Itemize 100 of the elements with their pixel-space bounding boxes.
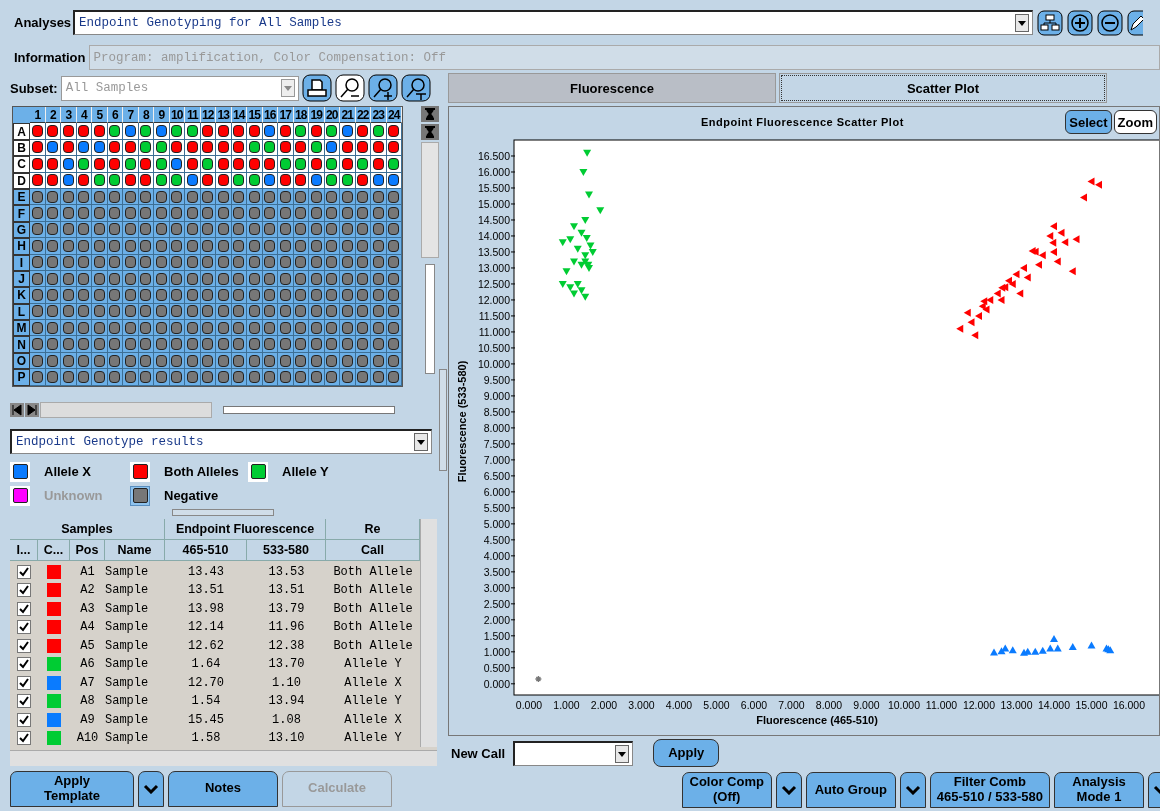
- well[interactable]: [62, 190, 74, 203]
- legend-swatch[interactable]: [130, 461, 150, 482]
- well[interactable]: [388, 207, 400, 220]
- well[interactable]: [155, 141, 167, 154]
- well[interactable]: [140, 223, 152, 236]
- column-header[interactable]: 19: [309, 107, 325, 124]
- splitter-handle[interactable]: [172, 508, 274, 516]
- well[interactable]: [357, 223, 369, 236]
- well[interactable]: [202, 190, 214, 203]
- well[interactable]: [310, 305, 322, 318]
- well[interactable]: [155, 272, 167, 285]
- well[interactable]: [372, 125, 384, 138]
- well[interactable]: [279, 141, 291, 154]
- well[interactable]: [248, 338, 260, 351]
- well[interactable]: [357, 239, 369, 252]
- well[interactable]: [124, 174, 136, 187]
- tab[interactable]: Fluorescence: [448, 73, 776, 103]
- column-header[interactable]: 11: [185, 107, 201, 124]
- well[interactable]: [124, 141, 136, 154]
- well[interactable]: [217, 272, 229, 285]
- well[interactable]: [233, 125, 245, 138]
- well[interactable]: [357, 190, 369, 203]
- well[interactable]: [248, 272, 260, 285]
- well[interactable]: [202, 157, 214, 170]
- well[interactable]: [279, 338, 291, 351]
- well[interactable]: [109, 354, 121, 367]
- well[interactable]: [155, 174, 167, 187]
- well[interactable]: [140, 289, 152, 301]
- well[interactable]: [109, 338, 121, 351]
- well[interactable]: [326, 239, 338, 252]
- well[interactable]: [31, 338, 43, 351]
- well[interactable]: [155, 289, 167, 301]
- well[interactable]: [78, 354, 90, 367]
- column-header[interactable]: 7: [123, 107, 139, 124]
- well[interactable]: [357, 272, 369, 285]
- well[interactable]: [124, 239, 136, 252]
- well[interactable]: [93, 190, 105, 203]
- well[interactable]: [78, 321, 90, 334]
- well[interactable]: [326, 370, 338, 383]
- well[interactable]: [186, 305, 198, 318]
- well[interactable]: [279, 321, 291, 334]
- well[interactable]: [295, 256, 307, 269]
- well[interactable]: [109, 125, 121, 138]
- well[interactable]: [62, 223, 74, 236]
- well[interactable]: [171, 157, 183, 170]
- scroll-top-icon[interactable]: [421, 106, 439, 122]
- scroll-first-icon[interactable]: [10, 402, 24, 417]
- slider-track[interactable]: [425, 264, 435, 374]
- well[interactable]: [171, 321, 183, 334]
- well[interactable]: [124, 321, 136, 334]
- well[interactable]: [171, 174, 183, 187]
- well[interactable]: [186, 190, 198, 203]
- well[interactable]: [248, 141, 260, 154]
- well[interactable]: [186, 354, 198, 367]
- well[interactable]: [171, 354, 183, 367]
- well[interactable]: [78, 256, 90, 269]
- include-checkbox[interactable]: [17, 564, 31, 579]
- well[interactable]: [233, 272, 245, 285]
- well[interactable]: [202, 239, 214, 252]
- well[interactable]: [248, 256, 260, 269]
- well[interactable]: [186, 239, 198, 252]
- well[interactable]: [326, 125, 338, 138]
- horizontal-scrollbar[interactable]: [10, 749, 437, 766]
- well[interactable]: [372, 157, 384, 170]
- well[interactable]: [248, 174, 260, 187]
- well[interactable]: [186, 125, 198, 138]
- well[interactable]: [140, 321, 152, 334]
- well[interactable]: [264, 190, 276, 203]
- well[interactable]: [31, 354, 43, 367]
- well[interactable]: [233, 305, 245, 318]
- well[interactable]: [186, 370, 198, 383]
- well[interactable]: [93, 272, 105, 285]
- well[interactable]: [217, 321, 229, 334]
- well[interactable]: [341, 239, 353, 252]
- well[interactable]: [326, 223, 338, 236]
- well[interactable]: [248, 305, 260, 318]
- include-checkbox[interactable]: [17, 601, 31, 616]
- row-header[interactable]: M: [13, 320, 30, 337]
- well[interactable]: [295, 272, 307, 285]
- action-button[interactable]: Notes: [168, 770, 278, 807]
- well[interactable]: [186, 338, 198, 351]
- well[interactable]: [47, 223, 59, 236]
- well[interactable]: [93, 338, 105, 351]
- well[interactable]: [326, 207, 338, 220]
- well[interactable]: [140, 125, 152, 138]
- row-header[interactable]: P: [13, 369, 30, 386]
- well[interactable]: [326, 141, 338, 154]
- column-header[interactable]: Name: [105, 539, 165, 561]
- well[interactable]: [124, 207, 136, 220]
- well[interactable]: [326, 256, 338, 269]
- well[interactable]: [124, 256, 136, 269]
- pencil-icon[interactable]: [1127, 9, 1144, 36]
- apply-button[interactable]: Apply: [653, 739, 720, 767]
- column-header[interactable]: 15: [247, 107, 263, 124]
- well[interactable]: [372, 338, 384, 351]
- well[interactable]: [186, 321, 198, 334]
- well[interactable]: [341, 305, 353, 318]
- well[interactable]: [124, 125, 136, 138]
- well[interactable]: [140, 190, 152, 203]
- well[interactable]: [31, 141, 43, 154]
